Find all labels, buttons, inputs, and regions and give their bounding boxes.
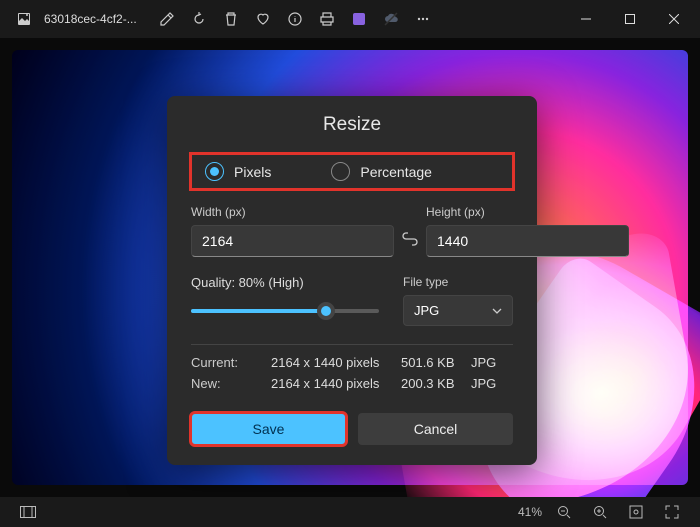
divider bbox=[191, 344, 513, 345]
chevron-down-icon bbox=[492, 306, 502, 316]
zoom-value: 41% bbox=[518, 505, 542, 519]
current-format: JPG bbox=[471, 355, 511, 370]
clipchamp-icon[interactable] bbox=[345, 5, 373, 33]
edit-icon[interactable] bbox=[153, 5, 181, 33]
minimize-button[interactable] bbox=[564, 4, 608, 34]
favorite-icon[interactable] bbox=[249, 5, 277, 33]
fullscreen-icon[interactable] bbox=[660, 500, 684, 524]
size-info: Current: 2164 x 1440 pixels 501.6 KB JPG… bbox=[191, 355, 513, 391]
current-dims: 2164 x 1440 pixels bbox=[271, 355, 401, 370]
canvas-area: Resize Pixels Percentage Width (px) Heig… bbox=[0, 38, 700, 497]
aspect-lock-button[interactable] bbox=[402, 223, 418, 255]
fit-icon[interactable] bbox=[624, 500, 648, 524]
app-icon bbox=[12, 7, 36, 31]
save-button[interactable]: Save bbox=[191, 413, 346, 445]
cloud-off-icon[interactable] bbox=[377, 5, 405, 33]
new-size: 200.3 KB bbox=[401, 376, 471, 391]
radio-icon bbox=[331, 162, 350, 181]
filetype-select[interactable]: JPG bbox=[403, 295, 513, 326]
new-label: New: bbox=[191, 376, 271, 391]
delete-icon[interactable] bbox=[217, 5, 245, 33]
print-icon[interactable] bbox=[313, 5, 341, 33]
zoom-out-icon[interactable] bbox=[552, 500, 576, 524]
dialog-title: Resize bbox=[191, 114, 513, 136]
height-input[interactable] bbox=[426, 225, 629, 257]
info-icon[interactable] bbox=[281, 5, 309, 33]
height-label: Height (px) bbox=[426, 205, 629, 219]
radio-pixels[interactable]: Pixels bbox=[205, 162, 271, 181]
radio-label: Percentage bbox=[360, 164, 432, 180]
radio-percentage[interactable]: Percentage bbox=[331, 162, 432, 181]
rotate-icon[interactable] bbox=[185, 5, 213, 33]
more-icon[interactable] bbox=[409, 5, 437, 33]
maximize-button[interactable] bbox=[608, 4, 652, 34]
cancel-button[interactable]: Cancel bbox=[358, 413, 513, 445]
width-input[interactable] bbox=[191, 225, 394, 257]
current-label: Current: bbox=[191, 355, 271, 370]
unit-radio-group: Pixels Percentage bbox=[191, 154, 513, 189]
new-format: JPG bbox=[471, 376, 511, 391]
new-dims: 2164 x 1440 pixels bbox=[271, 376, 401, 391]
radio-icon bbox=[205, 162, 224, 181]
titlebar: 63018cec-4cf2-... bbox=[0, 0, 700, 38]
zoom-in-icon[interactable] bbox=[588, 500, 612, 524]
statusbar: 41% bbox=[0, 497, 700, 527]
filetype-value: JPG bbox=[414, 303, 439, 318]
filmstrip-icon[interactable] bbox=[16, 500, 40, 524]
file-name: 63018cec-4cf2-... bbox=[44, 12, 137, 26]
quality-label: Quality: 80% (High) bbox=[191, 275, 379, 290]
radio-label: Pixels bbox=[234, 164, 271, 180]
filetype-label: File type bbox=[403, 275, 513, 289]
resize-dialog: Resize Pixels Percentage Width (px) Heig… bbox=[167, 96, 537, 465]
width-label: Width (px) bbox=[191, 205, 394, 219]
current-size: 501.6 KB bbox=[401, 355, 471, 370]
close-button[interactable] bbox=[652, 4, 696, 34]
quality-slider[interactable] bbox=[191, 302, 379, 320]
